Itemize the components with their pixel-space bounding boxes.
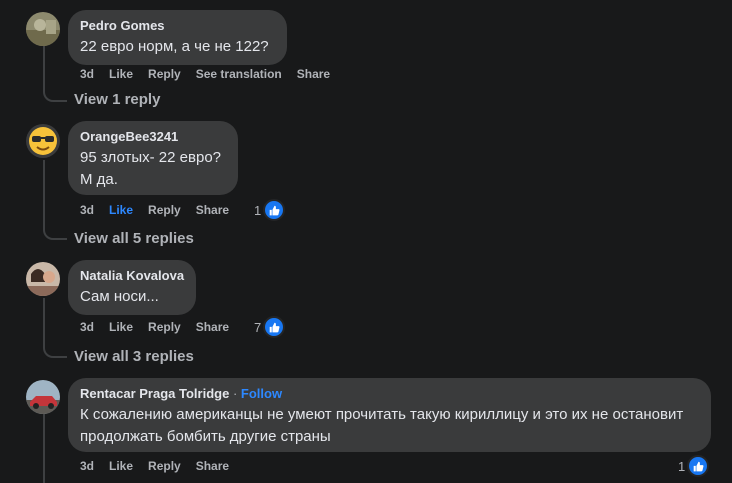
reply-button[interactable]: Reply <box>148 203 181 217</box>
comment-text: Сам носи... <box>80 288 159 305</box>
thread-connector <box>43 228 67 240</box>
share-button[interactable]: Share <box>196 459 229 473</box>
like-button[interactable]: Like <box>109 459 133 473</box>
comment-bubble: Natalia Kovalova Сам носи... <box>68 260 196 315</box>
sunglasses-emoji-avatar[interactable] <box>26 124 60 158</box>
comment-text: 22 евро норм, а че не 122? <box>80 38 269 55</box>
comment-age[interactable]: 3d <box>80 67 94 81</box>
comment-bubble: OrangeBee3241 95 злотых- 22 евро? М да. <box>68 121 238 195</box>
comment-author[interactable]: Natalia Kovalova <box>80 268 184 284</box>
comment-bubble: Pedro Gomes 22 евро норм, а че не 122? <box>68 10 287 65</box>
view-replies-button[interactable]: View all 3 replies <box>74 348 194 365</box>
thread-line <box>43 414 45 483</box>
separator: · <box>232 386 238 401</box>
avatar[interactable] <box>26 380 60 414</box>
thumbs-up-icon <box>263 316 286 338</box>
thread-connector <box>43 90 67 102</box>
reply-button[interactable]: Reply <box>148 459 181 473</box>
like-button[interactable]: Like <box>109 67 133 81</box>
thread-line <box>43 298 45 346</box>
avatar[interactable] <box>26 262 60 296</box>
comment-actions: 3d Like Reply See translation Share <box>80 66 345 82</box>
view-replies-button[interactable]: View all 5 replies <box>74 230 194 247</box>
see-translation-button[interactable]: See translation <box>196 67 282 81</box>
reaction-count: 1 <box>678 458 686 474</box>
comment-age[interactable]: 3d <box>80 320 94 334</box>
comment-actions: 3d Like Reply Share <box>80 458 244 474</box>
comment-actions: 3d Like Reply Share <box>80 319 244 335</box>
comment-author[interactable]: Rentacar Praga Tolridge <box>80 386 229 401</box>
reactions[interactable]: 1 <box>678 455 710 477</box>
share-button[interactable]: Share <box>297 67 330 81</box>
reactions[interactable]: 1 <box>254 199 286 221</box>
comment-text: 95 злотых- 22 евро? М да. <box>80 149 221 188</box>
comment-author-line: Rentacar Praga Tolridge · Follow <box>80 386 699 402</box>
share-button[interactable]: Share <box>196 203 229 217</box>
view-replies-button[interactable]: View 1 reply <box>74 91 160 108</box>
thumbs-up-icon <box>687 455 710 477</box>
thumbs-up-icon <box>263 199 286 221</box>
comment-age[interactable]: 3d <box>80 203 94 217</box>
comment-actions: 3d Like Reply Share <box>80 202 244 218</box>
thread-line <box>43 46 45 90</box>
reaction-count: 7 <box>254 319 262 335</box>
reply-button[interactable]: Reply <box>148 67 181 81</box>
like-button[interactable]: Like <box>109 203 133 217</box>
thread-connector <box>43 346 67 358</box>
avatar[interactable] <box>26 12 60 46</box>
comment-text: К сожалению американцы не умеют прочитат… <box>80 406 684 445</box>
comment-author[interactable]: OrangeBee3241 <box>80 129 226 145</box>
follow-button[interactable]: Follow <box>241 386 282 401</box>
reactions[interactable]: 7 <box>254 316 286 338</box>
like-button[interactable]: Like <box>109 320 133 334</box>
comment-bubble: Rentacar Praga Tolridge · Follow К сожал… <box>68 378 711 452</box>
comment-age[interactable]: 3d <box>80 459 94 473</box>
reaction-count: 1 <box>254 202 262 218</box>
share-button[interactable]: Share <box>196 320 229 334</box>
thread-line <box>43 160 45 228</box>
comment-author[interactable]: Pedro Gomes <box>80 18 275 34</box>
reply-button[interactable]: Reply <box>148 320 181 334</box>
